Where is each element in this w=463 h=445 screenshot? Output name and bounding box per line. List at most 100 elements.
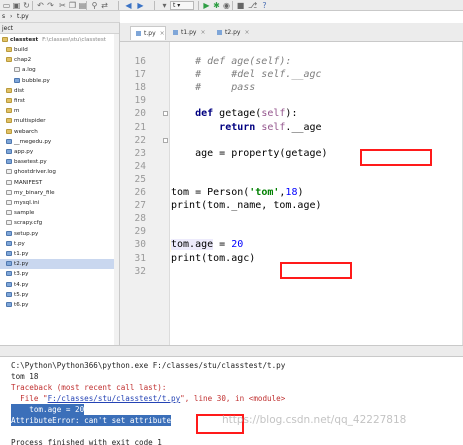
tree-item[interactable]: t6.py — [0, 300, 118, 310]
code-line[interactable]: tom = Person('tom',18) — [171, 186, 463, 199]
tree-item[interactable]: my_binary_file — [0, 188, 118, 198]
code-line[interactable] — [171, 212, 463, 225]
save-icon[interactable]: ▣ — [12, 1, 21, 10]
code-line[interactable]: # #del self.__agc — [171, 68, 463, 81]
python-file-icon — [6, 240, 12, 246]
close-icon[interactable]: × — [200, 26, 205, 40]
close-icon[interactable]: × — [160, 27, 165, 41]
code-line[interactable] — [171, 173, 463, 186]
code-line[interactable] — [171, 134, 463, 147]
console-line: tom.age = 20 — [11, 404, 85, 415]
run-config-select[interactable]: t ▾ — [170, 1, 194, 10]
tab-t1-py[interactable]: t1.py × — [168, 26, 208, 40]
folder-icon[interactable]: ▭ — [2, 1, 11, 10]
line-number: 32 — [134, 265, 146, 277]
tree-item[interactable]: first — [0, 96, 118, 106]
tree-root[interactable]: classtest F:\classes\stu\classtest — [0, 35, 118, 45]
line-number: 27 — [134, 200, 146, 212]
replace-icon[interactable]: ⇄ — [100, 1, 109, 10]
find-icon[interactable]: ⚲ — [90, 1, 99, 10]
python-file-icon — [6, 138, 12, 144]
tree-item[interactable]: m — [0, 106, 118, 116]
tree-item[interactable]: ghostdriver.log — [0, 167, 118, 177]
tree-item[interactable]: sample — [0, 208, 118, 218]
code-line[interactable]: return self.__age — [171, 121, 463, 134]
copy-icon[interactable]: ❐ — [68, 1, 77, 10]
tree-item[interactable]: t5.py — [0, 290, 118, 300]
watermark: https://blog.csdn.net/qq_42227818 — [222, 414, 407, 426]
tree-item[interactable]: a.log — [0, 65, 118, 75]
tree-item[interactable]: t.py — [0, 239, 118, 249]
line-number: 28 — [134, 213, 146, 225]
tree-item[interactable]: webarch — [0, 127, 118, 137]
tree-item-label: t2.py — [14, 261, 29, 268]
tree-item[interactable]: MANIFEST — [0, 178, 118, 188]
python-file-icon — [6, 251, 12, 256]
run-panel-header[interactable] — [0, 345, 463, 357]
tree-item[interactable]: t3.py — [0, 269, 118, 279]
folder-icon — [2, 37, 8, 42]
text-file-icon — [6, 220, 12, 226]
run-icon[interactable]: ▶ — [202, 1, 211, 10]
redo-icon[interactable]: ↷ — [46, 1, 55, 10]
code-line[interactable] — [171, 225, 463, 238]
breadcrumb-project[interactable]: s — [2, 12, 5, 22]
code-line[interactable]: tom.age = 20 — [171, 238, 463, 251]
help-icon[interactable]: ? — [260, 1, 269, 10]
sync-icon[interactable]: ↻ — [22, 1, 31, 10]
tree-item[interactable]: bubble.py — [0, 76, 118, 86]
tree-item[interactable]: build — [0, 45, 118, 55]
folder-icon — [6, 57, 12, 63]
tree-item[interactable]: dist — [0, 86, 118, 96]
code-line[interactable]: print(tom._name, tom.age) — [171, 199, 463, 212]
tree-item[interactable]: chap2 — [0, 55, 118, 65]
tree-item[interactable]: multispider — [0, 116, 118, 126]
run-config-icon[interactable]: ▾ — [160, 1, 169, 10]
line-number: 30 — [134, 239, 146, 251]
vcs-icon[interactable]: ⎇ — [248, 1, 257, 10]
tree-item[interactable]: mysql.ini — [0, 198, 118, 208]
tree-item[interactable]: setup.py — [0, 229, 118, 239]
close-icon[interactable]: × — [244, 26, 249, 40]
tree-item-label: app.py — [14, 149, 34, 155]
code-line[interactable]: # def age(self): — [171, 55, 463, 68]
console-file-link[interactable]: F:/classes/stu/classtest/t.py — [48, 394, 181, 403]
project-panel: ject classtest F:\classes\stu\classtest b… — [0, 23, 120, 345]
tree-item[interactable]: scrapy.cfg — [0, 218, 118, 228]
fold-marker[interactable] — [163, 137, 168, 143]
text-file-icon — [6, 210, 12, 216]
debug-icon[interactable]: ✱ — [212, 1, 221, 10]
tree-item[interactable]: __megedu.py — [0, 137, 118, 147]
tab-t2-py[interactable]: t2.py × — [212, 26, 252, 40]
folder-icon — [6, 47, 12, 52]
tree-item-label: t6.py — [14, 302, 29, 308]
toolbar-separator — [32, 1, 33, 10]
tree-item[interactable]: t2.py — [0, 259, 118, 270]
tree-item[interactable]: t4.py — [0, 280, 118, 290]
tab-label: t1.py — [181, 29, 197, 36]
python-file-icon — [6, 149, 12, 154]
code-line[interactable] — [171, 94, 463, 107]
back-icon[interactable]: ◀ — [124, 1, 133, 10]
undo-icon[interactable]: ↶ — [36, 1, 45, 10]
coverage-icon[interactable]: ◉ — [222, 1, 231, 10]
tab-label: t2.py — [225, 29, 241, 36]
forward-icon[interactable]: ▶ — [136, 1, 145, 10]
code-line[interactable]: # pass — [171, 81, 463, 94]
tree-item[interactable]: t1.py — [0, 249, 118, 259]
code-editor[interactable]: # def age(self): # #del self.__agc # pas… — [171, 42, 463, 345]
tree-item-label: t1.py — [14, 251, 29, 257]
tree-item[interactable]: app.py — [0, 147, 118, 157]
breadcrumb-file[interactable]: t.py — [17, 12, 29, 22]
code-line[interactable]: def getage(self): — [171, 107, 463, 120]
python-file-icon — [6, 302, 12, 307]
python-file-icon — [6, 230, 12, 236]
stop-icon[interactable]: ■ — [236, 1, 245, 10]
fold-marker[interactable] — [163, 111, 168, 117]
tab-t-py[interactable]: t.py × — [130, 26, 166, 40]
tree-item[interactable]: basetest.py — [0, 157, 118, 167]
tree-item-label: t5.py — [14, 291, 29, 298]
cut-icon[interactable]: ✂ — [58, 1, 67, 10]
editor-tabs: t.py × t1.py × t2.py × — [120, 23, 463, 42]
project-scrollbar[interactable] — [114, 34, 119, 345]
